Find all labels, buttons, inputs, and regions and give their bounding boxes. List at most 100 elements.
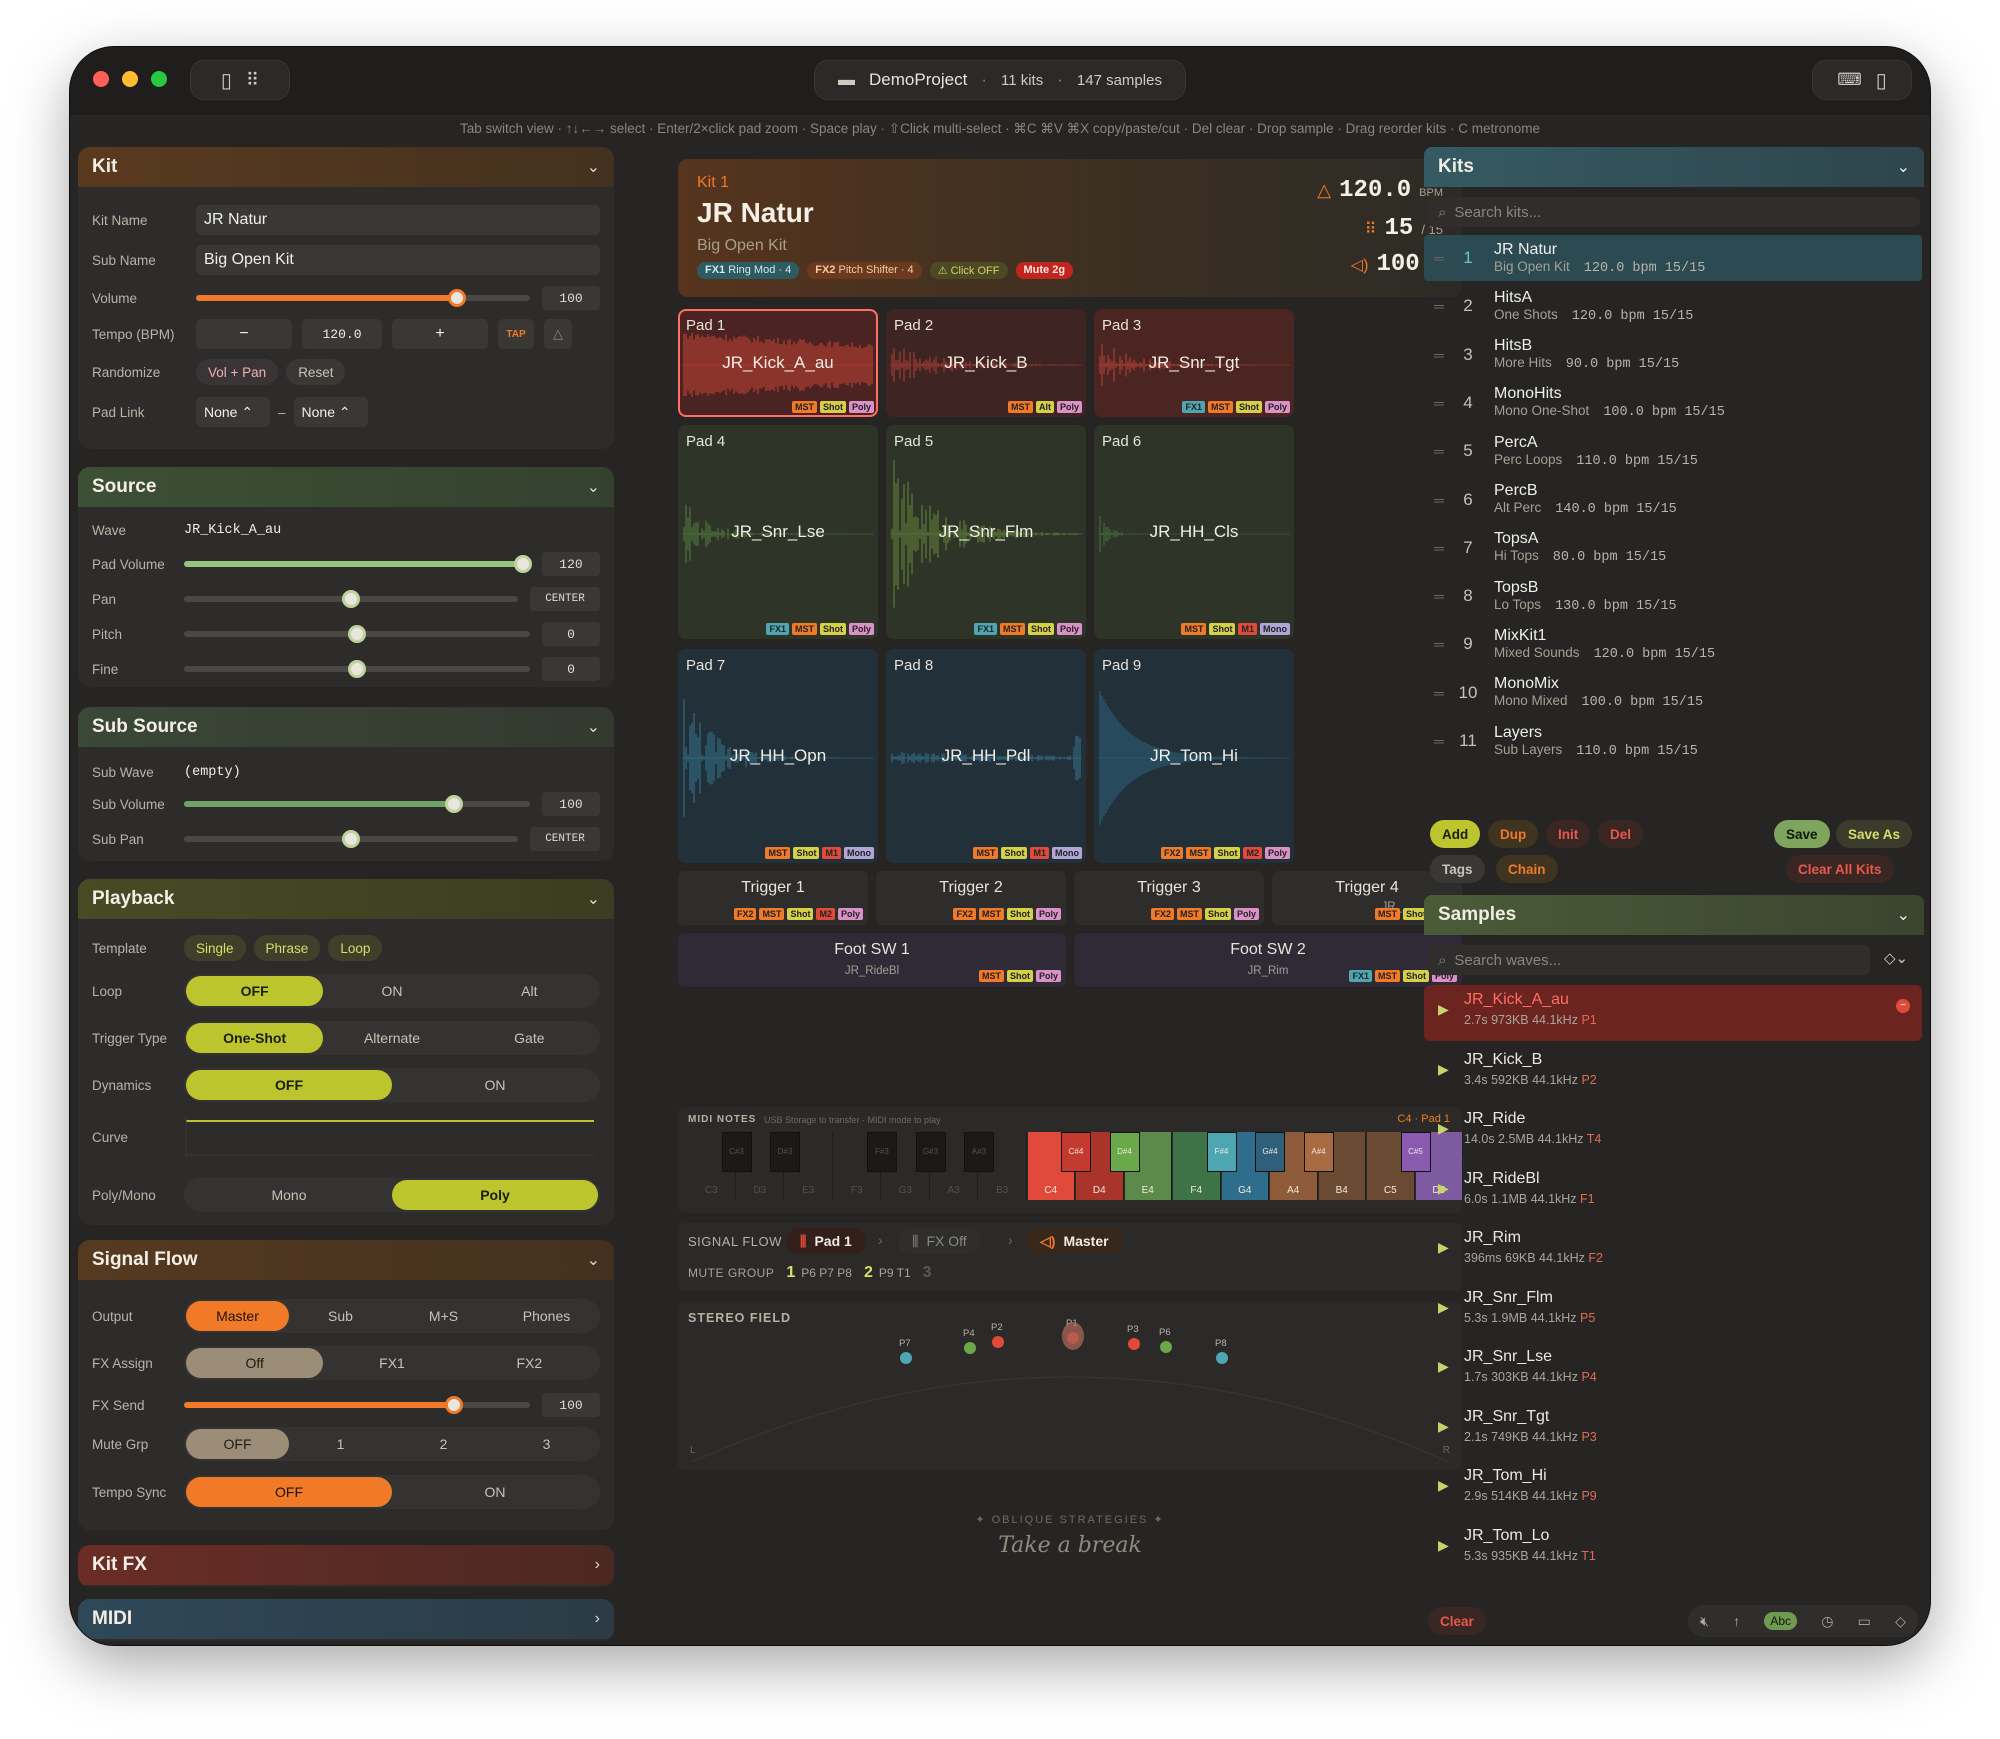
tag-icon[interactable]: ◇ — [1895, 1613, 1906, 1630]
flow-fx-node[interactable]: ⫼ FX Off — [898, 1228, 981, 1254]
pad-3[interactable]: Pad 3 JR_Snr_Tgt FX1 MST Shot Poly — [1094, 309, 1294, 417]
mono-option[interactable]: Mono — [186, 1180, 392, 1210]
pad-link-b-select[interactable]: None ⌃ — [293, 397, 368, 427]
add-kit-button[interactable]: Add — [1430, 820, 1481, 848]
mute-icon[interactable]: 🔇︎ — [1700, 1613, 1709, 1630]
pan-slider[interactable] — [184, 590, 518, 608]
drag-handle-icon[interactable]: ═ — [1424, 588, 1454, 604]
play-icon[interactable]: ▶ — [1438, 1537, 1449, 1554]
kit-row-5[interactable]: ═ 5 PercA Perc Loops 110.0 bpm 15/15 — [1424, 428, 1922, 474]
pad-8[interactable]: Pad 8 JR_HH_Pdl MST Shot M1 Mono — [886, 649, 1086, 863]
sidebar-icon[interactable]: ▯ — [221, 68, 232, 93]
pan-knob[interactable] — [342, 590, 360, 608]
piano-black-key[interactable]: G#3 — [915, 1132, 946, 1172]
tempo-sync-off-option[interactable]: OFF — [186, 1477, 392, 1507]
drag-handle-icon[interactable]: ═ — [1424, 443, 1454, 459]
drag-handle-icon[interactable]: ═ — [1424, 250, 1454, 266]
stereo-point-p8[interactable] — [1216, 1352, 1228, 1364]
template-single-button[interactable]: Single — [184, 935, 246, 961]
mute-grp-1-option[interactable]: 1 — [289, 1429, 392, 1459]
kit-name-input[interactable]: JR Natur — [196, 205, 600, 235]
randomize-vol-pan-button[interactable]: Vol + Pan — [196, 359, 279, 385]
drag-handle-icon[interactable]: ═ — [1424, 733, 1454, 749]
mute-grp-3-option[interactable]: 3 — [495, 1429, 598, 1459]
kit-row-2[interactable]: ═ 2 HitsA One Shots 120.0 bpm 15/15 — [1424, 283, 1922, 329]
source-section-header[interactable]: Source ⌄ — [78, 467, 614, 507]
sample-row[interactable]: ▶ JR_Kick_B 3.4s 592KB 44.1kHz P2 — [1424, 1045, 1922, 1101]
output-sub-option[interactable]: Sub — [289, 1301, 392, 1331]
sample-row[interactable]: ▶ JR_Snr_Tgt 2.1s 749KB 44.1kHz P3 — [1424, 1402, 1922, 1458]
piano-black-key[interactable]: D#4 — [1109, 1132, 1140, 1172]
fine-slider[interactable] — [184, 660, 530, 678]
kit-row-10[interactable]: ═ 10 MonoMix Mono Mixed 100.0 bpm 15/15 — [1424, 670, 1922, 716]
tag-filter-icon[interactable]: ◇⌄ — [1884, 949, 1908, 967]
pitch-slider[interactable] — [184, 625, 530, 643]
mute-badge[interactable]: Mute 2g — [1015, 262, 1074, 279]
play-icon[interactable]: ▶ — [1438, 1299, 1449, 1316]
kit-row-1[interactable]: ═ 1 JR Natur Big Open Kit 120.0 bpm 15/15 — [1424, 235, 1922, 281]
flow-pad-node[interactable]: ⫼ Pad 1 — [786, 1228, 866, 1254]
pad-7[interactable]: Pad 7 JR_HH_Opn MST Shot M1 Mono — [678, 649, 878, 863]
stereo-field[interactable]: STEREO FIELD L R P7P4P2P1P3P6P8 — [678, 1302, 1462, 1470]
fx-assign-off-option[interactable]: Off — [186, 1348, 324, 1378]
drag-handle-icon[interactable]: ═ — [1424, 395, 1454, 411]
midi-section[interactable]: MIDI › — [78, 1599, 614, 1641]
play-icon[interactable]: ▶ — [1438, 1061, 1449, 1078]
kit-row-7[interactable]: ═ 7 TopsA Hi Tops 80.0 bpm 15/15 — [1424, 525, 1922, 571]
delete-kit-button[interactable]: Del — [1598, 820, 1644, 848]
trigger-alternate-option[interactable]: Alternate — [323, 1023, 460, 1053]
kit-row-8[interactable]: ═ 8 TopsB Lo Tops 130.0 bpm 15/15 — [1424, 573, 1922, 619]
zoom-window-button[interactable] — [151, 71, 167, 87]
kit-tags-button[interactable]: Tags — [1430, 855, 1485, 883]
drag-handle-icon[interactable]: ═ — [1424, 540, 1454, 556]
remove-sample-icon[interactable]: − — [1896, 999, 1910, 1013]
drag-handle-icon[interactable]: ═ — [1424, 298, 1454, 314]
stereo-point-p4[interactable] — [964, 1342, 976, 1354]
play-icon[interactable]: ▶ — [1438, 1001, 1449, 1018]
fx-assign-fx2-option[interactable]: FX2 — [461, 1348, 598, 1378]
stereo-point-p2[interactable] — [992, 1336, 1004, 1348]
tempo-increment-button[interactable]: + — [392, 319, 488, 349]
fx1-badge[interactable]: FX1 Ring Mod · 4 — [697, 262, 800, 279]
piano-black-key[interactable]: D#3 — [770, 1132, 800, 1172]
pad-1[interactable]: Pad 1 JR_Kick_A_au MST Shot Poly — [678, 309, 878, 417]
stereo-point-p7[interactable] — [900, 1352, 912, 1364]
kit-row-4[interactable]: ═ 4 MonoHits Mono One-Shot 100.0 bpm 15/15 — [1424, 380, 1922, 426]
template-phrase-button[interactable]: Phrase — [253, 935, 321, 961]
tempo-decrement-button[interactable]: − — [196, 319, 292, 349]
play-icon[interactable]: ▶ — [1438, 1477, 1449, 1494]
tap-tempo-button[interactable]: TAP — [498, 319, 534, 349]
drag-handle-icon[interactable]: ═ — [1424, 492, 1454, 508]
mute-grp-2-option[interactable]: 2 — [392, 1429, 495, 1459]
init-kit-button[interactable]: Init — [1546, 820, 1591, 848]
loop-off-option[interactable]: OFF — [186, 976, 324, 1006]
sample-row[interactable]: ▶ JR_RideBl 6.0s 1.1MB 44.1kHz F1 — [1424, 1164, 1922, 1220]
kit-row-6[interactable]: ═ 6 PercB Alt Perc 140.0 bpm 15/15 — [1424, 477, 1922, 523]
kit-fx-section[interactable]: Kit FX › — [78, 1545, 614, 1587]
keyboard-icon[interactable]: ⌨ — [1837, 70, 1862, 90]
play-icon[interactable]: ▶ — [1438, 1418, 1449, 1435]
clear-samples-button[interactable]: Clear — [1428, 1607, 1486, 1635]
sample-row[interactable]: ▶ JR_Kick_A_au 2.7s 973KB 44.1kHz P1 − — [1424, 985, 1922, 1041]
poly-option[interactable]: Poly — [392, 1180, 598, 1210]
fx-send-knob[interactable] — [444, 1396, 463, 1414]
kit-section-header[interactable]: Kit ⌄ — [78, 147, 614, 187]
dynamics-on-option[interactable]: ON — [392, 1070, 598, 1100]
sample-row[interactable]: ▶ JR_Rim 396ms 69KB 44.1kHz F2 — [1424, 1223, 1922, 1279]
minimize-window-button[interactable] — [122, 71, 138, 87]
pitch-knob[interactable] — [348, 625, 366, 643]
save-as-kit-button[interactable]: Save As — [1836, 820, 1913, 848]
sub-volume-slider[interactable] — [184, 795, 530, 813]
pad-4[interactable]: Pad 4 JR_Snr_Lse FX1 MST Shot Poly — [678, 425, 878, 639]
play-icon[interactable]: ▶ — [1438, 1180, 1449, 1197]
sample-row[interactable]: ▶ JR_Snr_Lse 1.7s 303KB 44.1kHz P4 — [1424, 1342, 1922, 1398]
kit-row-9[interactable]: ═ 9 MixKit1 Mixed Sounds 120.0 bpm 15/15 — [1424, 621, 1922, 667]
flow-master-node[interactable]: ◁) Master — [1026, 1228, 1123, 1254]
mute-grp-off-option[interactable]: OFF — [186, 1429, 289, 1459]
play-icon[interactable]: ▶ — [1438, 1120, 1449, 1137]
tempo-sync-on-option[interactable]: ON — [392, 1477, 598, 1507]
kit-volume-slider[interactable] — [196, 289, 530, 307]
loop-alt-option[interactable]: Alt — [461, 976, 598, 1006]
tempo-input[interactable]: 120.0 — [302, 319, 382, 349]
save-kit-button[interactable]: Save — [1774, 820, 1830, 848]
